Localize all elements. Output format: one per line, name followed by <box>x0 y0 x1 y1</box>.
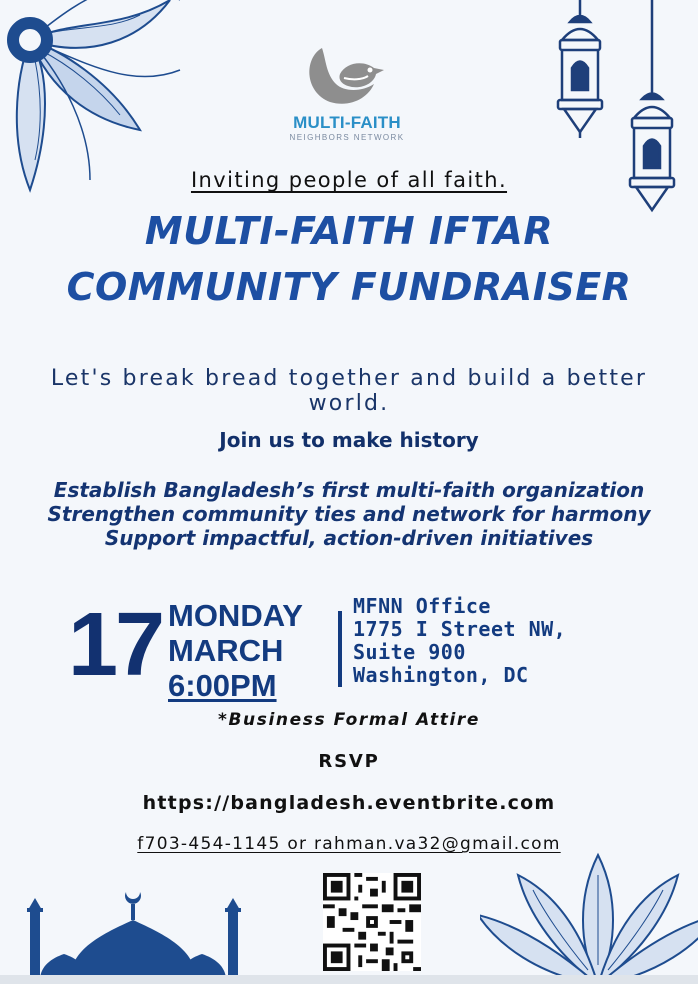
logo: MULTI-FAITH NEIGHBORS NETWORK <box>272 40 422 150</box>
venue-line: MFNN Office <box>353 594 491 618</box>
mandala-ornament-bottom-right <box>480 852 698 980</box>
rsvp-link[interactable]: https://bangladesh.eventbrite.com <box>0 792 698 814</box>
venue-address: MFNN Office 1775 I Street NW, Suite 900 … <box>353 595 566 687</box>
date-venue-divider <box>338 611 342 687</box>
goal-item: Establish Bangladesh’s first multi-faith… <box>53 478 645 502</box>
event-day-number: 17 <box>68 595 165 695</box>
event-date-block: MONDAY MARCH 6:00PM <box>168 598 303 703</box>
tagline: Let's break bread together and build a b… <box>50 366 648 416</box>
event-title-line-1: MULTI-FAITH IFTAR <box>144 209 554 253</box>
mosque-icon <box>27 892 241 980</box>
event-weekday: MONDAY <box>168 598 303 633</box>
page-bottom-edge <box>0 975 698 984</box>
venue-line: Washington, DC <box>353 663 529 687</box>
goal-item: Strengthen community ties and network fo… <box>47 502 651 526</box>
goal-item: Support impactful, action-driven initiat… <box>104 526 594 550</box>
logo-subtitle: NEIGHBORS NETWORK <box>289 133 405 142</box>
attire-note: *Business Formal Attire <box>218 710 480 730</box>
event-month: MARCH <box>168 633 284 668</box>
logo-title: MULTI-FAITH <box>293 113 401 132</box>
invite-line: Inviting people of all faith. <box>190 168 508 192</box>
venue-line: Suite 900 <box>353 640 466 664</box>
dove-crescent-icon <box>309 48 384 104</box>
join-line: Join us to make history <box>219 428 479 452</box>
event-time: 6:00PM <box>168 668 277 703</box>
event-title-line-2: COMMUNITY FUNDRAISER <box>66 265 632 309</box>
qr-code-icon[interactable] <box>323 873 421 971</box>
rsvp-label: RSVP <box>318 751 380 772</box>
venue-line: 1775 I Street NW, <box>353 617 567 641</box>
